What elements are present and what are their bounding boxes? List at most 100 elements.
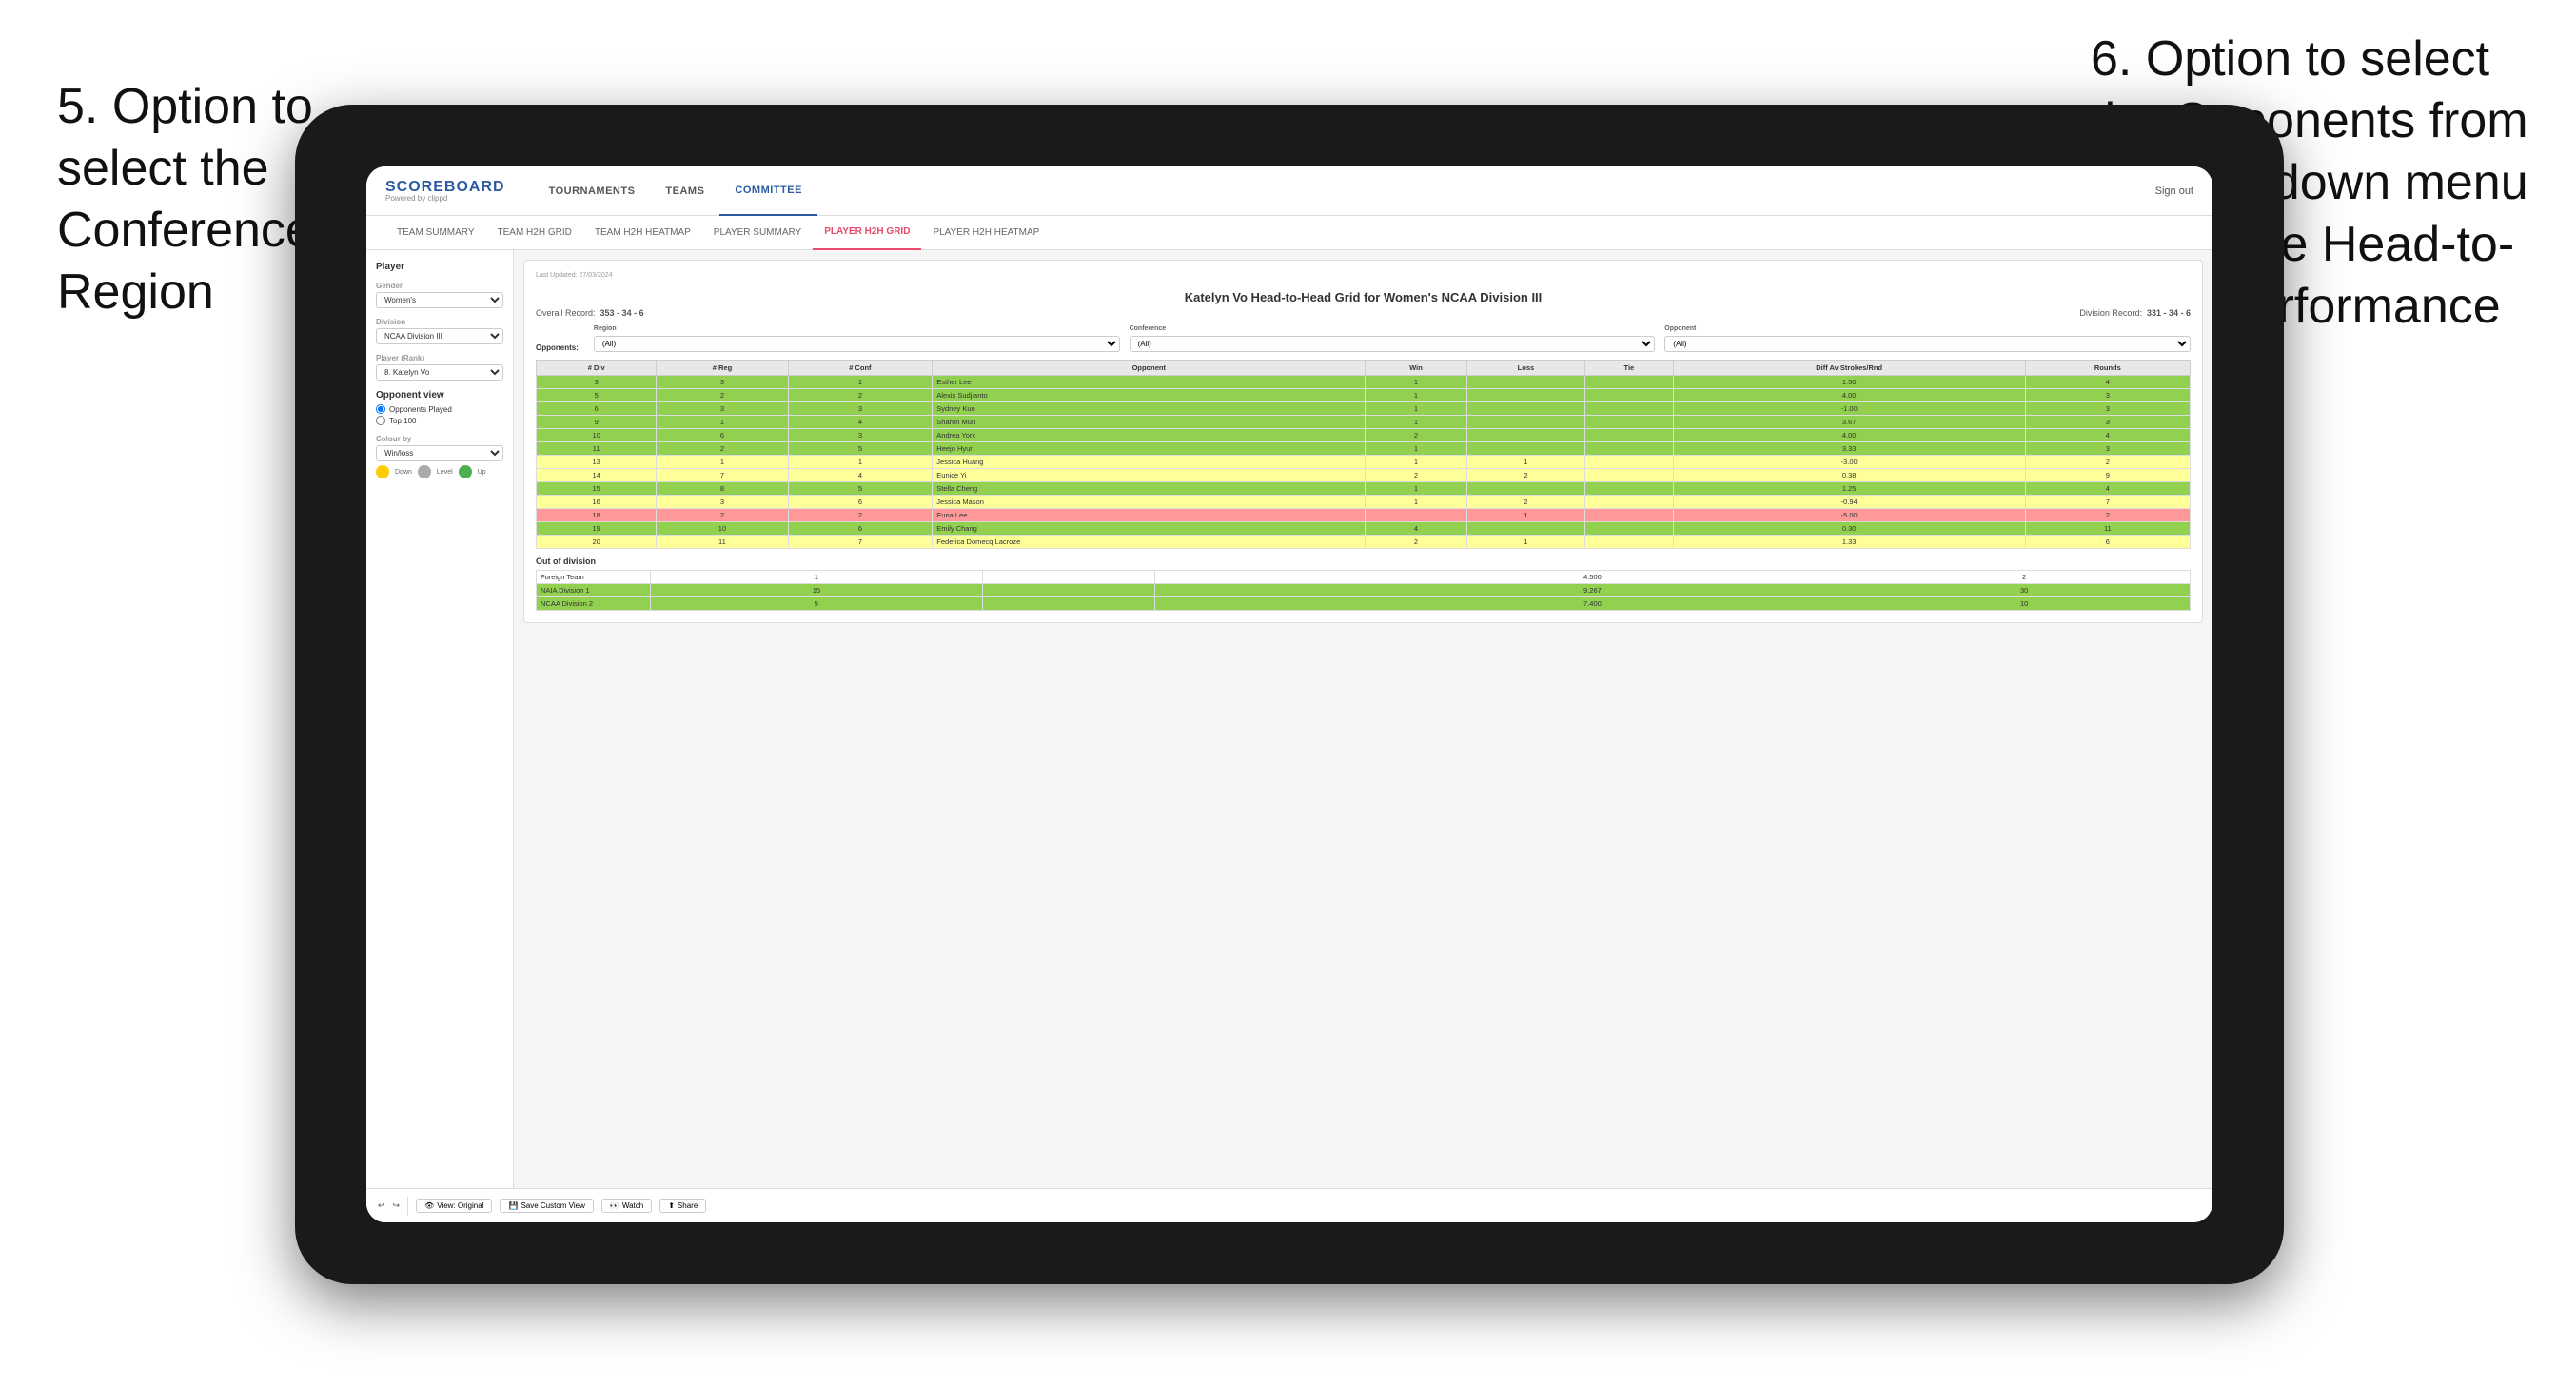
save-custom-view-label: Save Custom View bbox=[521, 1201, 584, 1210]
division-record: Division Record: 331 - 34 - 6 bbox=[2079, 308, 2191, 318]
tablet-screen: SCOREBOARD Powered by clippd TOURNAMENTS… bbox=[366, 166, 2212, 1222]
overall-record: Overall Record: 353 - 34 - 6 bbox=[536, 308, 644, 318]
report-title: Katelyn Vo Head-to-Head Grid for Women's… bbox=[536, 290, 2191, 304]
nav-teams[interactable]: TEAMS bbox=[650, 166, 719, 216]
sub-nav-player-h2h-grid[interactable]: PLAYER H2H GRID bbox=[813, 216, 921, 250]
filter-conference-label: Conference bbox=[1130, 325, 1656, 332]
view-original-label: View: Original bbox=[437, 1201, 483, 1210]
gender-select[interactable]: Women's bbox=[376, 292, 503, 308]
dot-down-label: Down bbox=[395, 469, 412, 476]
last-updated: Last Updated: 27/03/2024 bbox=[536, 272, 613, 279]
sidebar-division-label: Division bbox=[376, 318, 503, 326]
top100-radio[interactable] bbox=[376, 416, 385, 425]
col-diff: Diff Av Strokes/Rnd bbox=[1673, 361, 2025, 376]
watch-label: Watch bbox=[622, 1201, 643, 1210]
colour-dots: Down Level Up bbox=[376, 465, 503, 478]
dot-down bbox=[376, 465, 389, 478]
filter-region-label: Region bbox=[594, 325, 1120, 332]
view-original-btn[interactable]: 👁 View: Original bbox=[416, 1199, 492, 1213]
table-row: 20 11 7 Federica Domecq Lacroze 2 1 1.33… bbox=[537, 536, 2191, 549]
table-body: 3 3 1 Esther Lee 1 1.50 4 5 2 2 Alexis S… bbox=[537, 376, 2191, 549]
sidebar-division-section: Division NCAA Division III bbox=[376, 318, 503, 344]
division-record-value: 331 - 34 - 6 bbox=[2147, 308, 2191, 318]
sign-out-link[interactable]: Sign out bbox=[2155, 185, 2193, 197]
top-nav: SCOREBOARD Powered by clippd TOURNAMENTS… bbox=[366, 166, 2212, 216]
out-of-division-row: NCAA Division 2 5 7.400 10 bbox=[537, 597, 2191, 611]
sidebar-gender-section: Gender Women's bbox=[376, 282, 503, 308]
sidebar-colour-label: Colour by bbox=[376, 435, 503, 443]
nav-right: Sign out bbox=[2155, 185, 2193, 197]
table-header-row: # Div # Reg # Conf Opponent Win Loss Tie… bbox=[537, 361, 2191, 376]
share-btn[interactable]: ⬆ Share bbox=[659, 1199, 706, 1213]
col-rounds: Rounds bbox=[2025, 361, 2190, 376]
data-table: # Div # Reg # Conf Opponent Win Loss Tie… bbox=[536, 360, 2191, 549]
dot-level-label: Level bbox=[437, 469, 453, 476]
toolbar-undo[interactable]: ↩ bbox=[378, 1201, 385, 1211]
sub-nav-player-summary[interactable]: PLAYER SUMMARY bbox=[702, 216, 813, 250]
table-row: 6 3 3 Sydney Kuo 1 -1.00 3 bbox=[537, 402, 2191, 416]
table-row: 11 2 5 Heejo Hyun 1 3.33 3 bbox=[537, 442, 2191, 456]
out-of-division-row: NAIA Division 1 15 9.267 30 bbox=[537, 584, 2191, 597]
table-row: 19 10 6 Emily Chang 4 0.30 11 bbox=[537, 522, 2191, 536]
out-of-division-table: Foreign Team 1 4.500 2 NAIA Division 1 1… bbox=[536, 570, 2191, 611]
opponent-filter-select[interactable]: (All) bbox=[1664, 336, 2191, 352]
opponents-label: Opponents: bbox=[536, 343, 579, 352]
nav-committee[interactable]: COMMITTEE bbox=[719, 166, 817, 216]
sub-nav: TEAM SUMMARY TEAM H2H GRID TEAM H2H HEAT… bbox=[366, 216, 2212, 250]
opponent-played-radio[interactable] bbox=[376, 404, 385, 414]
sidebar-player-rank-label: Player (Rank) bbox=[376, 354, 503, 362]
sub-nav-player-h2h-heatmap[interactable]: PLAYER H2H HEATMAP bbox=[921, 216, 1051, 250]
table-row: 18 2 2 Euna Lee 1 -5.00 2 bbox=[537, 509, 2191, 522]
sidebar-opponent-radio-1[interactable]: Opponents Played bbox=[376, 404, 503, 414]
filter-conference-group: Conference (All) bbox=[1130, 325, 1656, 352]
out-of-division-header: Out of division bbox=[536, 556, 2191, 566]
top100-label: Top 100 bbox=[389, 417, 416, 425]
main-content: Player Gender Women's Division NCAA Divi… bbox=[366, 250, 2212, 1188]
share-icon: ⬆ bbox=[668, 1201, 675, 1210]
division-select[interactable]: NCAA Division III bbox=[376, 328, 503, 344]
sidebar-opponent-radio-2[interactable]: Top 100 bbox=[376, 416, 503, 425]
app-container: SCOREBOARD Powered by clippd TOURNAMENTS… bbox=[366, 166, 2212, 1222]
filter-opponent-label: Opponent bbox=[1664, 325, 2191, 332]
dot-up-label: Up bbox=[478, 469, 486, 476]
save-icon: 💾 bbox=[508, 1201, 518, 1210]
watch-btn[interactable]: 👀 Watch bbox=[601, 1199, 652, 1213]
col-tie: Tie bbox=[1585, 361, 1673, 376]
col-win: Win bbox=[1366, 361, 1466, 376]
colour-select[interactable]: Win/loss bbox=[376, 445, 503, 461]
overall-record-value: 353 - 34 - 6 bbox=[600, 308, 644, 318]
sidebar-player-section: Player bbox=[376, 262, 503, 272]
player-rank-select[interactable]: 8. Katelyn Vo bbox=[376, 364, 503, 381]
logo-main: SCOREBOARD bbox=[385, 180, 505, 195]
content-area: Last Updated: 27/03/2024 Katelyn Vo Head… bbox=[514, 250, 2212, 1188]
sidebar: Player Gender Women's Division NCAA Divi… bbox=[366, 250, 514, 1188]
nav-items: TOURNAMENTS TEAMS COMMITTEE bbox=[534, 166, 2155, 216]
sidebar-player-title: Player bbox=[376, 262, 503, 272]
division-record-label: Division Record: bbox=[2079, 308, 2142, 318]
filter-row: Opponents: Region (All) Conference ( bbox=[536, 325, 2191, 352]
sub-nav-team-h2h-heatmap[interactable]: TEAM H2H HEATMAP bbox=[583, 216, 702, 250]
filter-opponent-group: Opponent (All) bbox=[1664, 325, 2191, 352]
table-row: 3 3 1 Esther Lee 1 1.50 4 bbox=[537, 376, 2191, 389]
logo: SCOREBOARD Powered by clippd bbox=[385, 180, 505, 203]
out-of-division-row: Foreign Team 1 4.500 2 bbox=[537, 571, 2191, 584]
sub-nav-team-h2h-grid[interactable]: TEAM H2H GRID bbox=[486, 216, 583, 250]
save-custom-view-btn[interactable]: 💾 Save Custom View bbox=[500, 1199, 593, 1213]
conference-filter-select[interactable]: (All) bbox=[1130, 336, 1656, 352]
sidebar-gender-label: Gender bbox=[376, 282, 503, 290]
toolbar-redo[interactable]: ↪ bbox=[393, 1201, 401, 1211]
view-original-icon: 👁 bbox=[424, 1201, 434, 1210]
dot-up bbox=[459, 465, 472, 478]
watch-icon: 👀 bbox=[610, 1201, 619, 1210]
nav-tournaments[interactable]: TOURNAMENTS bbox=[534, 166, 651, 216]
table-row: 15 8 5 Stella Cheng 1 1.25 4 bbox=[537, 482, 2191, 496]
opponent-played-label: Opponents Played bbox=[389, 405, 452, 414]
table-row: 16 3 6 Jessica Mason 1 2 -0.94 7 bbox=[537, 496, 2191, 509]
table-row: 9 1 4 Sharon Mun 1 3.67 3 bbox=[537, 416, 2191, 429]
sub-nav-team-summary[interactable]: TEAM SUMMARY bbox=[385, 216, 486, 250]
sidebar-opponent-view-section: Opponent view Opponents Played Top 100 bbox=[376, 390, 503, 425]
overall-record-label: Overall Record: bbox=[536, 308, 596, 318]
sidebar-opponent-view-title: Opponent view bbox=[376, 390, 503, 400]
filter-region-group: Region (All) bbox=[594, 325, 1120, 352]
region-filter-select[interactable]: (All) bbox=[594, 336, 1120, 352]
